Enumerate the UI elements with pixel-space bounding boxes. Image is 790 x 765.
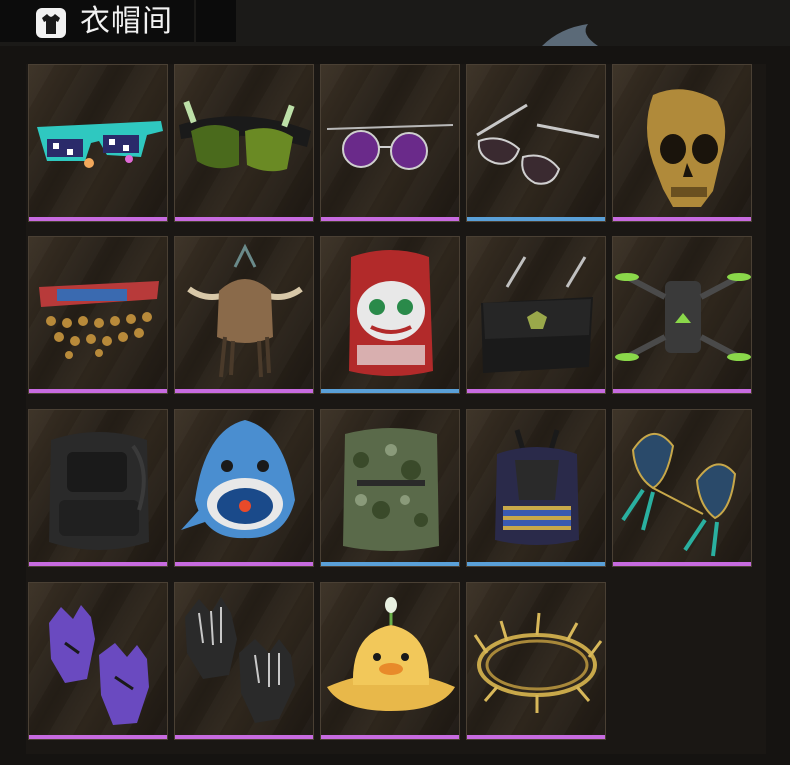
top-bar: 衣帽间 — [0, 0, 790, 46]
rarity-bar — [29, 217, 167, 221]
pharaoh-backpack-icon — [495, 429, 579, 545]
golden-skull-icon — [647, 89, 726, 207]
item-slot-purple-round-sunglasses[interactable] — [320, 64, 460, 222]
aviator-sunglasses-icon — [476, 103, 600, 185]
rarity-bar — [613, 389, 751, 393]
item-slot-lion-dance-backpack[interactable] — [320, 236, 460, 394]
rarity-bar — [175, 735, 313, 739]
rarity-bar — [467, 217, 605, 221]
item-slot-purple-gloves[interactable] — [28, 582, 168, 740]
rarity-bar — [175, 389, 313, 393]
item-slot-drone-backpack[interactable] — [612, 236, 752, 394]
item-slot-duck-bucket-hat[interactable] — [320, 582, 460, 740]
item-slot-green-ski-goggles[interactable] — [174, 64, 314, 222]
drone-backpack-icon — [615, 273, 751, 361]
item-slot-skeleton-gloves[interactable] — [174, 582, 314, 740]
rarity-bar — [613, 217, 751, 221]
item-slot-pharaoh-backpack[interactable] — [466, 409, 606, 567]
rarity-bar — [175, 217, 313, 221]
hanger-shirt-icon — [36, 8, 66, 38]
rarity-bar — [175, 562, 313, 566]
duck-bucket-hat-icon — [327, 597, 455, 711]
rarity-bar — [613, 562, 751, 566]
round-sunglasses-icon — [326, 124, 454, 170]
shark-fin-decoration — [542, 24, 598, 46]
item-slot-camo-backpack[interactable] — [320, 409, 460, 567]
item-slot-coin-headdress[interactable] — [28, 236, 168, 394]
pixel-sunglasses-icon — [37, 121, 163, 168]
rarity-bar — [321, 735, 459, 739]
camo-backpack-icon — [343, 428, 439, 551]
item-slot-shark-backpack[interactable] — [174, 409, 314, 567]
rarity-bar — [321, 217, 459, 221]
rarity-bar — [29, 735, 167, 739]
shark-backpack-icon — [181, 420, 295, 539]
purple-gloves-icon — [49, 605, 149, 725]
item-slot-golden-thorn-crown[interactable] — [466, 582, 606, 740]
rarity-bar — [321, 389, 459, 393]
mechanical-butterfly-icon — [621, 433, 737, 557]
item-slot-mechanical-butterflies[interactable] — [612, 409, 752, 567]
item-slot-golden-skull-mask[interactable] — [612, 64, 752, 222]
lion-dance-backpack-icon — [349, 250, 433, 376]
coin-headdress-icon — [39, 281, 159, 359]
item-slot-horned-tribal-helmet[interactable] — [174, 236, 314, 394]
page-title: 衣帽间 — [80, 4, 173, 39]
rarity-bar — [467, 735, 605, 739]
tribal-helmet-icon — [187, 243, 303, 378]
rarity-bar — [321, 562, 459, 566]
messenger-bag-icon — [481, 256, 593, 373]
rarity-bar — [29, 562, 167, 566]
skeleton-gloves-icon — [185, 597, 295, 723]
wardrobe-grid — [26, 64, 766, 754]
item-slot-pixel-sunglasses[interactable] — [28, 64, 168, 222]
rarity-bar — [467, 389, 605, 393]
tactical-backpack-icon — [49, 432, 149, 550]
item-slot-black-messenger-bag[interactable] — [466, 236, 606, 394]
rarity-bar — [467, 562, 605, 566]
rarity-bar — [29, 389, 167, 393]
item-slot-aviator-sunglasses[interactable] — [466, 64, 606, 222]
item-slot-tactical-black-backpack[interactable] — [28, 409, 168, 567]
title-panel: 衣帽间 — [0, 0, 236, 42]
ski-goggles-icon — [179, 100, 311, 172]
thorn-crown-icon — [473, 612, 603, 713]
